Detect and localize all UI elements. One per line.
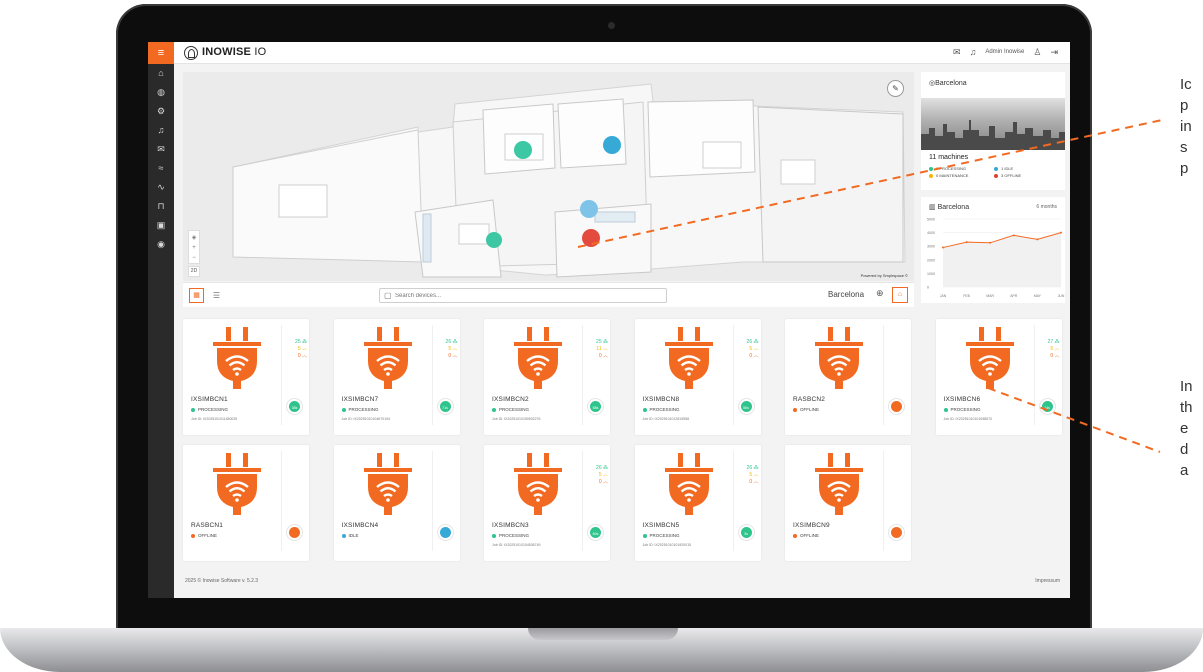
callout-lines	[577, 119, 1163, 453]
callout-line-bottom	[987, 387, 1161, 453]
callout-line: in	[1180, 118, 1192, 135]
callout-line: In	[1180, 378, 1193, 395]
callout-line: p	[1180, 160, 1189, 177]
callout-text-top: Ic p in s p	[1180, 74, 1192, 179]
callout-line: s	[1180, 139, 1188, 156]
callout-line: p	[1180, 97, 1189, 114]
callout-line: Ic	[1180, 76, 1192, 93]
stage: ≡ ⌂ ◍ ⚙ ♫ ✉ ≈ ∿ ⊓ ▣ ◉ INOWISE IO ✉ ♫ Adm…	[0, 0, 1203, 672]
callout-line: d	[1180, 441, 1189, 458]
callout-line: a	[1180, 462, 1189, 479]
callout-line: e	[1180, 420, 1189, 437]
callout-text-bottom: In th e d a	[1180, 376, 1193, 481]
callout-line: th	[1180, 399, 1193, 416]
callout-line-top	[577, 119, 1163, 248]
